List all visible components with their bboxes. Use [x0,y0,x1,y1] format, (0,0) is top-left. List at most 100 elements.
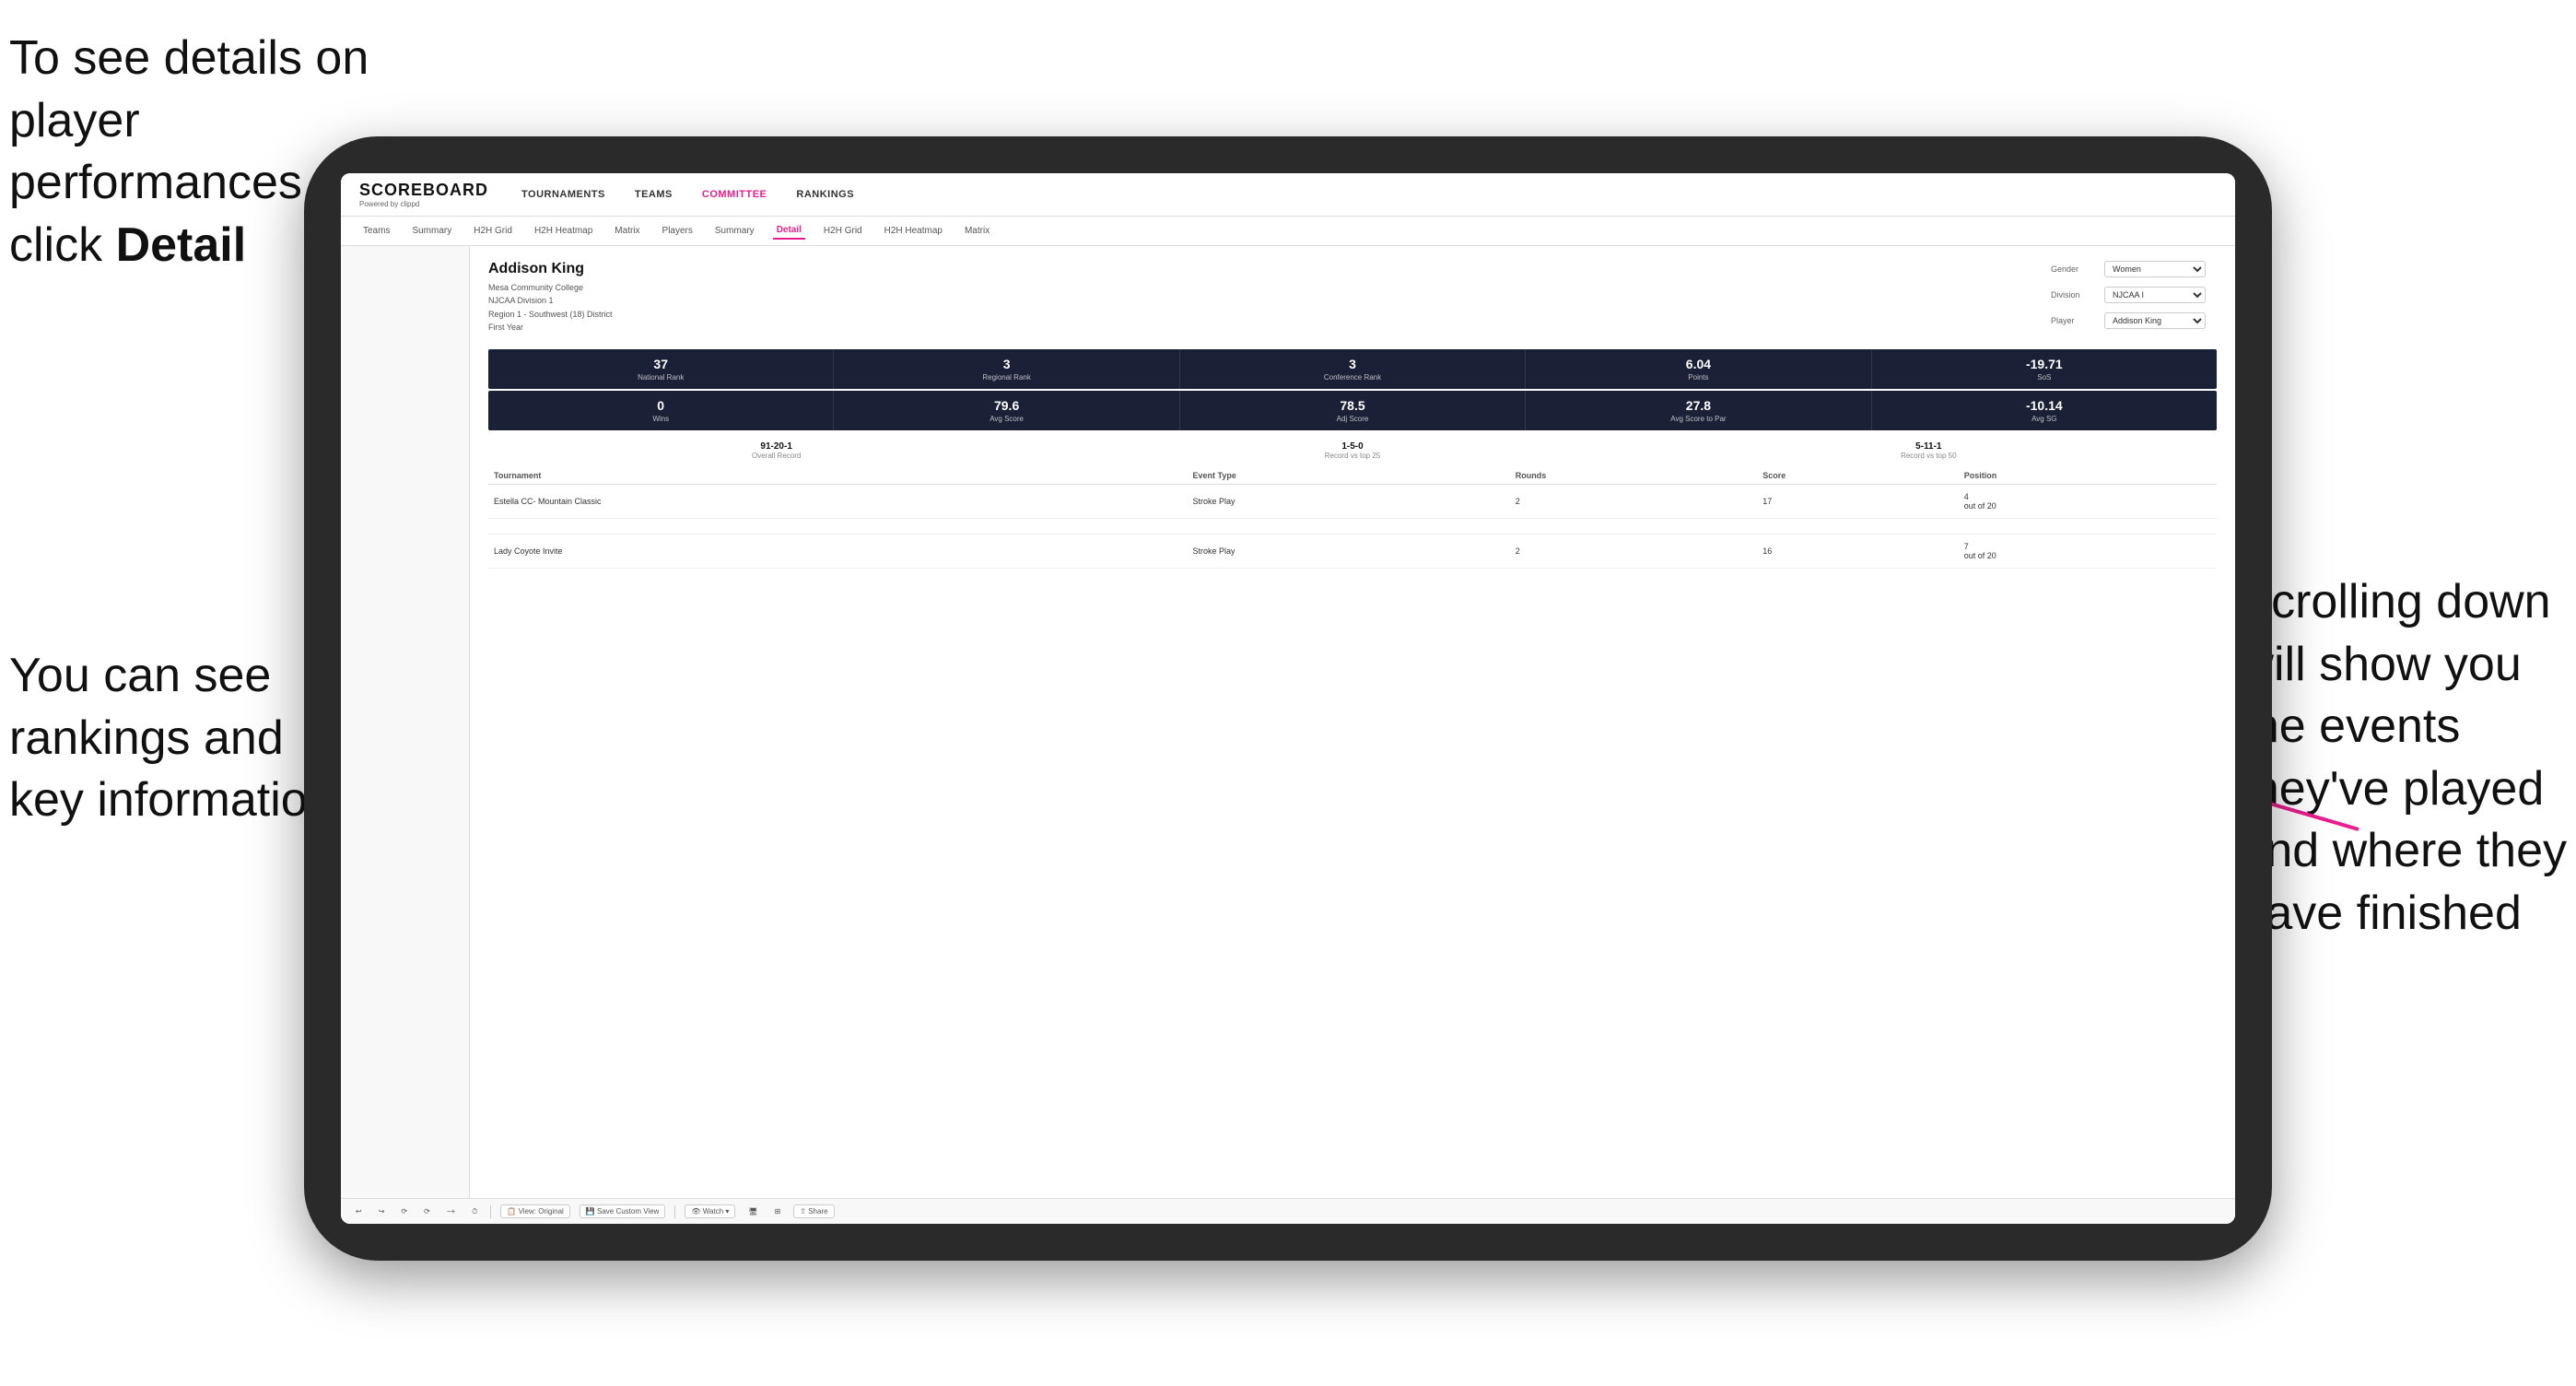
stat-avg-sg-label: Avg SG [1876,415,2213,423]
player-row: Player Addison King [2051,312,2217,329]
app-container: SCOREBOARD Powered by clippd TOURNAMENTS… [341,173,2235,1224]
toolbar-redo[interactable]: ↪ [375,1205,389,1217]
stat-avg-score-par: 27.8 Avg Score to Par [1526,391,1871,430]
bottom-toolbar: ↩ ↪ ⟳ ⟳ −+ ⏱ 📋 View: Original 💾 Save Cus… [341,1198,2235,1224]
th-rounds: Rounds [1510,467,1757,485]
subnav-h2hheatmap[interactable]: H2H Heatmap [531,223,596,239]
td-eventtype-2-empty [1188,519,1510,534]
nav-rankings[interactable]: RANKINGS [790,185,860,204]
stat-regional-rank-value: 3 [837,357,1175,371]
td-score-2-empty [1757,519,1958,534]
annotation-line2: player performances [9,94,302,210]
toolbar-view-original[interactable]: 📋 View: Original [500,1204,569,1218]
division-select[interactable]: NJCAA I NJCAA II [2104,287,2206,303]
tablet-frame: SCOREBOARD Powered by clippd TOURNAMENTS… [304,136,2272,1261]
toolbar-zoom[interactable]: −+ [443,1205,459,1217]
td-tournament-3: Lady Coyote Invite [488,534,1188,569]
stat-adj-score: 78.5 Adj Score [1180,391,1526,430]
nav-tournaments[interactable]: TOURNAMENTS [516,185,611,204]
stat-avg-score-par-value: 27.8 [1529,398,1867,413]
annotation-line1: To see details on [9,31,369,85]
logo-text: SCOREBOARD [359,181,488,200]
stat-points-value: 6.04 [1529,357,1867,371]
stat-wins-value: 0 [492,398,829,413]
subnav-matrix[interactable]: Matrix [611,223,643,239]
gender-select[interactable]: Women Men [2104,261,2206,277]
toolbar-undo[interactable]: ↩ [352,1205,366,1217]
tablet-screen: SCOREBOARD Powered by clippd TOURNAMENTS… [341,173,2235,1224]
stat-conference-rank: 3 Conference Rank [1180,349,1526,389]
toolbar-save-custom[interactable]: 💾 Save Custom View [580,1204,666,1218]
subnav-players[interactable]: Players [659,223,697,239]
division-row: Division NJCAA I NJCAA II [2051,287,2217,303]
subnav-summary[interactable]: Summary [408,223,455,239]
player-info-left: Addison King Mesa Community College NJCA… [488,261,2040,338]
annotation-bold: Detail [116,218,247,272]
stat-avg-score-value: 79.6 [837,398,1175,413]
record-top50-value: 5-11-1 [1641,441,2217,452]
th-event-type: Event Type [1188,467,1510,485]
table-row: Lady Coyote Invite Stroke Play 2 16 7out… [488,534,2217,569]
subnav-h2hheatmap2[interactable]: H2H Heatmap [881,223,946,239]
gender-row: Gender Women Men [2051,261,2217,277]
toolbar-screen[interactable]: 🖥 [744,1205,761,1217]
td-rounds-1: 2 [1510,485,1757,519]
td-eventtype-1: Stroke Play [1188,485,1510,519]
toolbar-grid[interactable]: ⊞ [771,1205,785,1217]
toolbar-sep1 [490,1205,491,1218]
td-rounds-3: 2 [1510,534,1757,569]
gender-label: Gender [2051,264,2097,274]
stat-avg-score: 79.6 Avg Score [834,391,1179,430]
toolbar-share[interactable]: ⇧ Share [793,1204,834,1218]
stat-wins: 0 Wins [488,391,834,430]
annotation-r3: the events [2239,699,2460,753]
nav-committee[interactable]: COMMITTEE [697,185,773,204]
subnav-h2hgrid[interactable]: H2H Grid [470,223,516,239]
toolbar-refresh2[interactable]: ⟳ [420,1205,434,1217]
player-college: Mesa Community College [488,281,2040,294]
player-division: NJCAA Division 1 [488,294,2040,307]
record-top50-label: Record vs top 50 [1641,452,2217,460]
record-top25-value: 1-5-0 [1064,441,1640,452]
main-content: Addison King Mesa Community College NJCA… [341,246,2235,1198]
subnav-detail[interactable]: Detail [773,222,805,240]
record-overall-label: Overall Record [488,452,1064,460]
division-label: Division [2051,290,2097,300]
subnav-teams[interactable]: Teams [359,223,393,239]
subnav-summary2[interactable]: Summary [711,223,758,239]
toolbar-timer[interactable]: ⏱ [468,1205,481,1218]
annotation-r5: and where they [2239,824,2567,877]
player-header: Addison King Mesa Community College NJCA… [488,261,2217,338]
subnav-h2hgrid2[interactable]: H2H Grid [820,223,866,239]
annotation-bl2: rankings and [9,711,284,765]
td-position-2-empty [1959,519,2217,534]
subnav-matrix2[interactable]: Matrix [961,223,993,239]
th-score: Score [1757,467,1958,485]
stat-avg-sg-value: -10.14 [1876,398,2213,413]
td-tournament-1: Estella CC- Mountain Classic [488,485,1188,519]
stat-avg-sg: -10.14 Avg SG [1872,391,2217,430]
stat-avg-score-par-label: Avg Score to Par [1529,415,1867,423]
player-label: Player [2051,316,2097,325]
td-position-1: 4out of 20 [1959,485,2217,519]
toolbar-watch[interactable]: 👁 Watch ▾ [685,1204,735,1218]
toolbar-sep2 [674,1205,675,1218]
annotation-bottomleft: You can see rankings and key information [9,645,334,832]
stat-sos-label: SoS [1876,373,2213,382]
annotation-r4: they've played [2239,762,2544,816]
table-row [488,519,2217,534]
annotation-r6: have finished [2239,887,2521,940]
annotation-r1: Scrolling down [2239,575,2550,628]
toolbar-refresh1[interactable]: ⟳ [397,1205,411,1217]
logo-sub: Powered by clippd [359,200,488,208]
player-select[interactable]: Addison King [2104,312,2206,329]
player-year: First Year [488,321,2040,334]
annotation-r2: will show you [2239,638,2521,691]
stat-national-rank: 37 National Rank [488,349,834,389]
record-overall: 91-20-1 Overall Record [488,441,1064,460]
th-position: Position [1959,467,2217,485]
nav-teams[interactable]: TEAMS [629,185,678,204]
stat-national-rank-label: National Rank [492,373,829,382]
stat-national-rank-value: 37 [492,357,829,371]
table-row: Estella CC- Mountain Classic Stroke Play… [488,485,2217,519]
